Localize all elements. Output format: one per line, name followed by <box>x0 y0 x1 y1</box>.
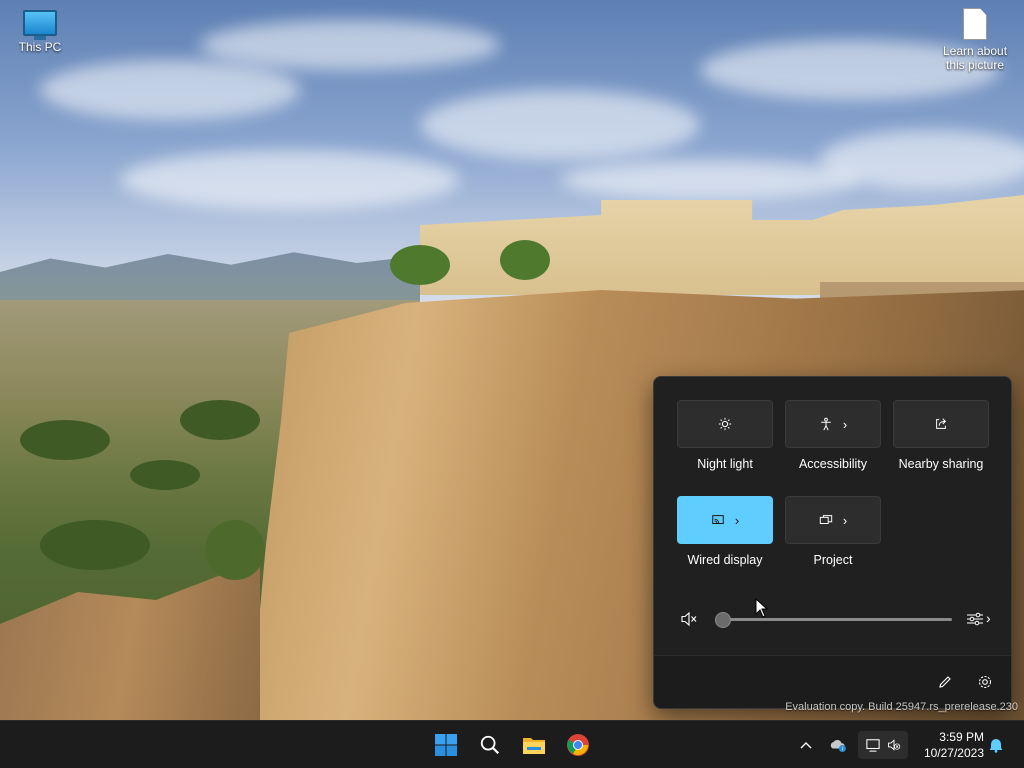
taskbar: i 3:59 PM 10/27/2023 <box>0 720 1024 768</box>
taskbar-clock[interactable]: 3:59 PM 10/27/2023 <box>924 729 984 761</box>
tile-project[interactable]: › <box>785 496 881 544</box>
start-icon <box>435 734 457 756</box>
svg-text:i: i <box>842 747 843 752</box>
chevron-right-icon: › <box>842 512 848 528</box>
build-watermark: Evaluation copy. Build 25947.rs_prerelea… <box>785 701 1018 713</box>
bell-icon <box>990 739 1002 753</box>
tile-label-project: Project <box>813 553 853 567</box>
tile-label-wired-display: Wired display <box>687 553 763 567</box>
chevron-right-icon[interactable]: › <box>986 611 991 625</box>
search-button[interactable] <box>472 727 508 763</box>
chrome-button[interactable] <box>560 727 596 763</box>
mouse-cursor-icon <box>755 598 769 618</box>
monitor-icon <box>23 10 57 40</box>
tile-accessibility[interactable]: › <box>785 400 881 448</box>
volume-muted-icon <box>888 739 901 751</box>
file-explorer-icon <box>523 738 545 754</box>
chevron-right-icon: › <box>842 416 848 432</box>
notifications-button[interactable] <box>986 735 1006 755</box>
volume-slider[interactable] <box>722 618 952 621</box>
quick-settings-panel: Night light › Accessibility Nearby shari… <box>653 376 1012 709</box>
tile-nearby-sharing[interactable] <box>893 400 989 448</box>
network-icon <box>866 739 880 752</box>
desktop-icon-learn-about-picture[interactable]: Learn about this picture <box>935 8 1015 72</box>
onedrive-icon: i <box>830 739 846 752</box>
network-volume-tray[interactable] <box>858 731 908 759</box>
accessibility-icon <box>821 417 831 431</box>
volume-slider-thumb[interactable] <box>715 612 731 628</box>
tile-label-nearby-sharing: Nearby sharing <box>898 457 984 471</box>
pencil-icon[interactable] <box>937 674 953 690</box>
gear-icon[interactable] <box>977 674 993 690</box>
brightness-sun-icon <box>718 417 732 431</box>
tile-night-light[interactable] <box>677 400 773 448</box>
search-icon <box>480 735 500 755</box>
tile-label-accessibility: Accessibility <box>798 457 868 471</box>
cast-display-icon <box>712 515 724 524</box>
speaker-muted-icon[interactable] <box>680 611 698 627</box>
tile-wired-display[interactable]: › <box>677 496 773 544</box>
volume-row: › <box>654 607 1011 631</box>
onedrive-tray[interactable]: i <box>828 735 848 755</box>
desktop-icon-this-pc[interactable]: This PC <box>0 10 80 54</box>
desktop-icon-label: Learn about this picture <box>942 44 1008 72</box>
chevron-right-icon: › <box>734 512 740 528</box>
share-icon <box>936 418 947 429</box>
chrome-icon <box>567 734 589 756</box>
file-explorer-button[interactable] <box>516 727 552 763</box>
clock-date: 10/27/2023 <box>923 746 984 760</box>
show-hidden-icons-button[interactable] <box>796 735 816 755</box>
tile-label-night-light: Night light <box>697 457 753 471</box>
document-icon <box>963 8 987 40</box>
desktop-icon-label: This PC <box>18 40 62 54</box>
start-button[interactable] <box>428 727 464 763</box>
clock-time: 3:59 PM <box>939 730 984 744</box>
project-icon <box>819 515 832 524</box>
audio-output-icon[interactable] <box>966 611 984 627</box>
chevron-up-icon <box>800 742 812 749</box>
